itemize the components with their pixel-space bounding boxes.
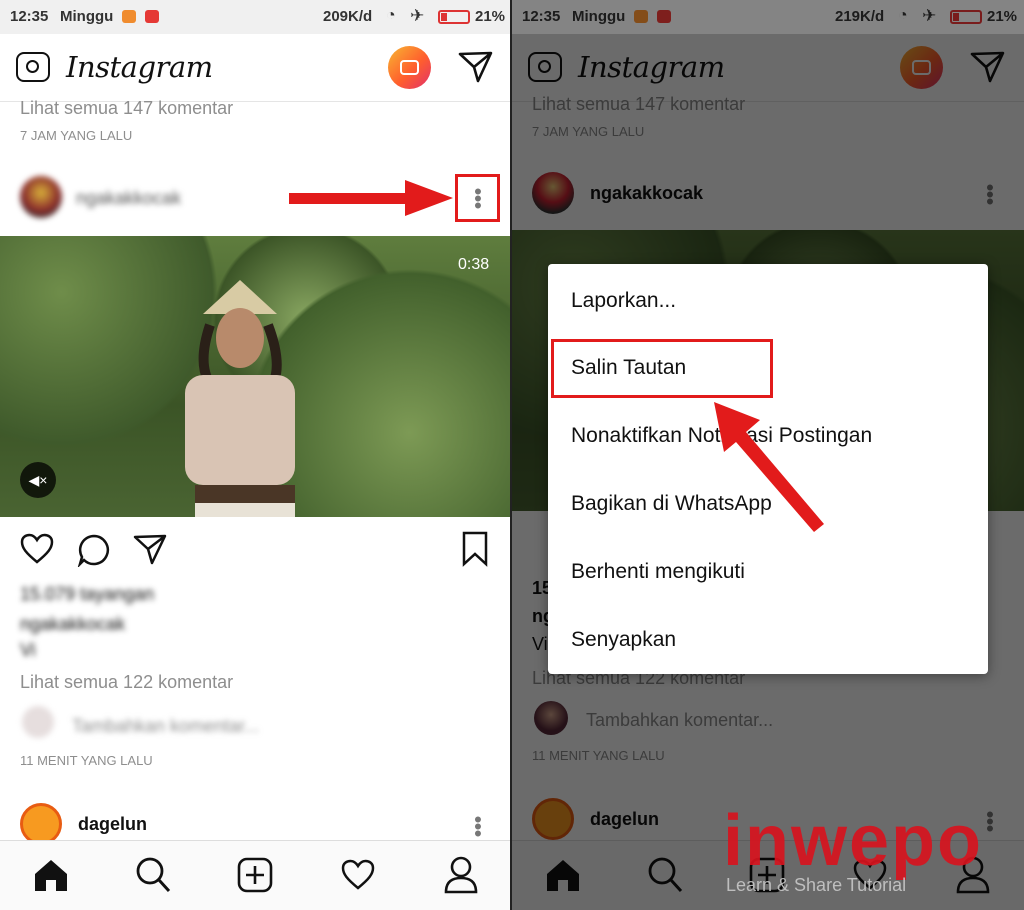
prev-post-comments-link[interactable]: Lihat semua 147 komentar bbox=[20, 98, 233, 119]
wifi-icon: ◔ bbox=[386, 7, 396, 24]
profile-icon[interactable] bbox=[443, 856, 479, 894]
highlight-box-copy-link bbox=[551, 339, 773, 398]
next-post-options-icon[interactable]: ••• bbox=[474, 809, 482, 845]
add-post-icon[interactable] bbox=[237, 857, 273, 893]
post-options-icon[interactable]: ••• bbox=[474, 181, 482, 217]
post-time: 11 MENIT YANG LALU bbox=[20, 753, 153, 768]
battery-icon bbox=[438, 10, 470, 24]
home-icon[interactable] bbox=[33, 857, 69, 893]
status-time: 12:35 bbox=[10, 8, 49, 25]
notification-video-icon bbox=[145, 10, 159, 23]
post-username[interactable]: ngakakkocak bbox=[76, 188, 181, 209]
menu-item-unfollow[interactable]: Berhenti mengikuti bbox=[571, 560, 745, 584]
status-day: Minggu bbox=[60, 8, 114, 25]
watermark-tagline: Learn & Share Tutorial bbox=[726, 875, 907, 895]
search-icon[interactable] bbox=[135, 856, 171, 894]
menu-item-mute[interactable]: Senyapkan bbox=[571, 628, 676, 652]
prev-post-time: 7 JAM YANG LALU bbox=[20, 128, 133, 143]
camera-icon[interactable] bbox=[16, 52, 50, 82]
share-icon[interactable] bbox=[133, 533, 167, 565]
menu-item-report[interactable]: Laporkan... bbox=[571, 289, 676, 313]
annotation-arrow bbox=[289, 180, 453, 216]
battery-percent: 21% bbox=[475, 8, 506, 25]
app-header: Instagram bbox=[0, 34, 512, 102]
like-icon[interactable] bbox=[20, 533, 54, 565]
next-post-avatar[interactable] bbox=[20, 803, 62, 845]
mute-icon[interactable]: ◀× bbox=[20, 462, 56, 498]
video-duration: 0:38 bbox=[458, 256, 490, 273]
caption-tag: Vi bbox=[20, 640, 36, 660]
airplane-icon: ✈ bbox=[410, 6, 425, 25]
annotation-arrow bbox=[714, 402, 824, 532]
bottom-nav bbox=[0, 840, 512, 910]
left-screen: 12:35 Minggu 209K/d ◔ ✈ 21% Instagram Li… bbox=[0, 0, 512, 910]
video-person-figure bbox=[185, 280, 295, 517]
comment-icon[interactable] bbox=[77, 533, 111, 567]
post-avatar[interactable] bbox=[20, 176, 62, 218]
view-comments-link[interactable]: Lihat semua 122 komentar bbox=[20, 672, 233, 693]
status-bar: 12:35 Minggu 209K/d ◔ ✈ 21% bbox=[0, 0, 512, 34]
my-avatar bbox=[22, 706, 54, 738]
igtv-icon[interactable] bbox=[388, 46, 431, 89]
view-count: 15.079 tayangan bbox=[20, 584, 155, 604]
save-icon[interactable] bbox=[461, 531, 489, 567]
watermark-logo: inwepo bbox=[723, 801, 983, 881]
direct-message-icon[interactable] bbox=[458, 50, 494, 84]
notification-app-icon bbox=[122, 10, 136, 23]
network-speed: 209K/d bbox=[323, 8, 373, 25]
heart-icon[interactable] bbox=[340, 859, 376, 891]
next-post-username[interactable]: dagelun bbox=[78, 814, 147, 835]
app-logo: Instagram bbox=[66, 50, 213, 84]
add-comment-input[interactable]: Tambahkan komentar... bbox=[72, 716, 259, 737]
caption-username[interactable]: ngakakkocak bbox=[20, 614, 125, 635]
screenshot-composite: 12:35 Minggu 209K/d ◔ ✈ 21% Instagram Li… bbox=[0, 0, 1024, 910]
status-dim bbox=[512, 0, 1024, 34]
